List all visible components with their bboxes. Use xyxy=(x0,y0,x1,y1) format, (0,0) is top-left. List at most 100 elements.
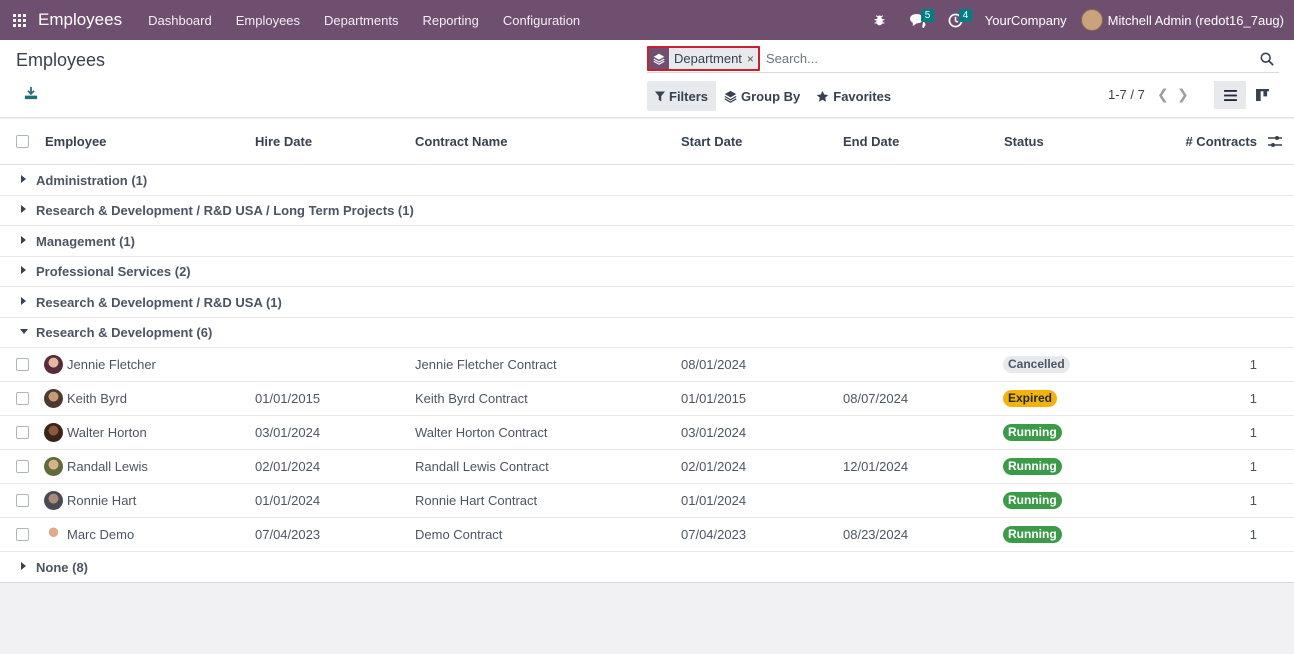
employee-name: Marc Demo xyxy=(67,527,135,542)
hire-date: 07/04/2023 xyxy=(255,527,321,542)
user-name: Mitchell Admin (redot16_7aug) xyxy=(1107,12,1284,28)
group-row[interactable]: None (8) xyxy=(0,552,1294,583)
group-label: Research & Development (6) xyxy=(36,325,213,340)
app-brand[interactable]: Employees xyxy=(38,10,122,30)
row-checkbox[interactable] xyxy=(16,460,29,473)
employee-name: Jennie Fletcher xyxy=(67,357,156,372)
filters-label: Filters xyxy=(669,88,709,104)
user-avatar xyxy=(1080,9,1103,31)
group-row[interactable]: Professional Services (2) xyxy=(0,256,1294,287)
table-row[interactable]: Walter Horton 03/01/2024 Walter Horton C… xyxy=(0,416,1294,450)
row-checkbox[interactable] xyxy=(16,358,29,371)
favorites-button[interactable]: Favorites xyxy=(808,81,899,111)
control-panel: Employees Department × Filters Group By … xyxy=(0,40,1294,118)
table-row[interactable]: Ronnie Hart 01/01/2024 Ronnie Hart Contr… xyxy=(0,484,1294,518)
employee-avatar xyxy=(44,389,63,408)
group-by-label: Group By xyxy=(741,88,801,104)
caret-down-icon xyxy=(20,329,28,334)
end-date: 08/07/2024 xyxy=(843,391,909,406)
menu-employees[interactable]: Employees xyxy=(224,0,312,40)
table-row[interactable]: Jennie Fletcher Jennie Fletcher Contract… xyxy=(0,348,1294,382)
column-contract-name[interactable]: Contract Name xyxy=(415,134,507,149)
search-panel-buttons: Filters Group By Favorites xyxy=(647,81,899,111)
contract-name: Randall Lewis Contract xyxy=(415,459,549,474)
start-date: 03/01/2024 xyxy=(681,425,747,440)
caret-right-icon xyxy=(21,297,26,305)
pager-previous-icon[interactable]: ❮ xyxy=(1153,86,1173,103)
department-facet[interactable]: Department × xyxy=(647,46,760,71)
view-switcher xyxy=(1214,81,1278,109)
filters-button[interactable]: Filters xyxy=(647,81,717,111)
row-checkbox[interactable] xyxy=(16,528,29,541)
select-all-checkbox[interactable] xyxy=(16,135,29,148)
top-navbar: Employees Dashboard Employees Department… xyxy=(0,0,1294,40)
messages-icon[interactable]: 5 xyxy=(899,0,937,40)
start-date: 02/01/2024 xyxy=(681,459,747,474)
facet-remove-icon[interactable]: × xyxy=(745,48,758,69)
caret-right-icon xyxy=(21,175,26,183)
employee-contract-list: Employee Hire Date Contract Name Start D… xyxy=(0,119,1294,583)
favorites-label: Favorites xyxy=(833,88,892,104)
table-row[interactable]: Randall Lewis 02/01/2024 Randall Lewis C… xyxy=(0,450,1294,484)
column-contracts-count[interactable]: # Contracts xyxy=(1185,134,1257,149)
status-badge: Running xyxy=(1003,492,1062,509)
column-status[interactable]: Status xyxy=(1004,134,1044,149)
apps-menu-icon[interactable] xyxy=(0,0,38,40)
layers-icon xyxy=(724,90,737,103)
employee-name: Randall Lewis xyxy=(67,459,148,474)
start-date: 01/01/2015 xyxy=(681,391,747,406)
group-row-open[interactable]: Research & Development (6) xyxy=(0,317,1294,348)
contract-name: Walter Horton Contract xyxy=(415,425,548,440)
contract-name: Jennie Fletcher Contract xyxy=(415,357,557,372)
row-checkbox[interactable] xyxy=(16,494,29,507)
facet-label: Department xyxy=(669,48,746,69)
search-icon[interactable] xyxy=(1255,47,1279,71)
table-row[interactable]: Marc Demo 07/04/2023 Demo Contract 07/04… xyxy=(0,518,1294,552)
kanban-view-icon[interactable] xyxy=(1246,81,1278,109)
download-icon[interactable] xyxy=(24,86,40,102)
employee-avatar xyxy=(44,423,63,442)
page-title: Employees xyxy=(16,50,106,70)
column-employee[interactable]: Employee xyxy=(45,134,106,149)
menu-departments[interactable]: Departments xyxy=(312,0,410,40)
activities-clock-icon[interactable]: 4 xyxy=(937,0,975,40)
group-by-button[interactable]: Group By xyxy=(716,81,808,111)
pager-value[interactable]: 1-7 / 7 xyxy=(1108,87,1145,102)
activities-count-badge: 4 xyxy=(958,9,973,22)
pager: 1-7 / 7 ❮ ❯ xyxy=(1108,86,1193,103)
group-row[interactable]: Administration (1) xyxy=(0,165,1294,196)
user-menu[interactable]: Mitchell Admin (redot16_7aug) xyxy=(1077,9,1294,31)
contracts-count: 1 xyxy=(1249,493,1257,508)
start-date: 07/04/2023 xyxy=(681,527,747,542)
column-hire-date[interactable]: Hire Date xyxy=(255,134,312,149)
list-view-icon[interactable] xyxy=(1214,81,1246,109)
group-row[interactable]: Research & Development / R&D USA / Long … xyxy=(0,195,1294,226)
row-checkbox[interactable] xyxy=(16,426,29,439)
contracts-count: 1 xyxy=(1249,425,1257,440)
row-checkbox[interactable] xyxy=(16,392,29,405)
menu-dashboard[interactable]: Dashboard xyxy=(136,0,224,40)
group-row[interactable]: Management (1) xyxy=(0,226,1294,257)
search-input[interactable] xyxy=(763,46,1255,71)
messages-count-badge: 5 xyxy=(920,9,935,22)
employee-avatar xyxy=(44,491,63,510)
contract-name: Ronnie Hart Contract xyxy=(415,493,538,508)
menu-reporting[interactable]: Reporting xyxy=(410,0,490,40)
employee-name: Keith Byrd xyxy=(67,391,127,406)
table-row[interactable]: Keith Byrd 01/01/2015 Keith Byrd Contrac… xyxy=(0,382,1294,416)
group-row[interactable]: Research & Development / R&D USA (1) xyxy=(0,287,1294,318)
column-start-date[interactable]: Start Date xyxy=(681,134,742,149)
pager-next-icon[interactable]: ❯ xyxy=(1173,86,1193,103)
status-badge: Cancelled xyxy=(1003,356,1070,373)
contracts-count: 1 xyxy=(1249,357,1257,372)
group-label: Administration (1) xyxy=(36,173,148,188)
optional-columns-toggle-icon[interactable] xyxy=(1268,135,1282,151)
column-end-date[interactable]: End Date xyxy=(843,134,899,149)
start-date: 08/01/2024 xyxy=(681,357,747,372)
status-badge: Running xyxy=(1003,526,1062,543)
caret-right-icon xyxy=(21,266,26,274)
menu-configuration[interactable]: Configuration xyxy=(491,0,592,40)
company-switcher[interactable]: YourCompany xyxy=(975,13,1077,28)
search-bar: Department × xyxy=(647,45,1279,73)
debug-bug-icon[interactable] xyxy=(861,0,899,40)
